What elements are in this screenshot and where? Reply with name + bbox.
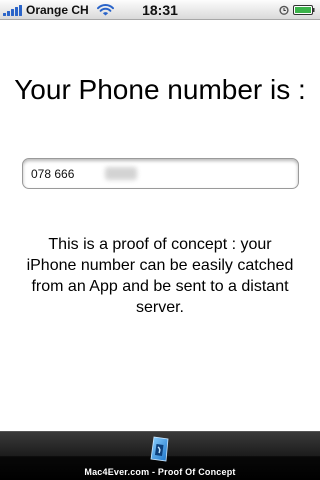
footer-label: Mac4Ever.com - Proof Of Concept bbox=[84, 467, 236, 477]
phone-number-field[interactable]: 078 666 bbox=[22, 158, 299, 189]
redacted-digits bbox=[105, 167, 137, 180]
status-time: 18:31 bbox=[142, 2, 178, 18]
description-text: This is a proof of concept : your iPhone… bbox=[26, 236, 294, 316]
mac4ever-logo-icon[interactable] bbox=[145, 434, 175, 464]
bottom-bar: Mac4Ever.com - Proof Of Concept bbox=[0, 431, 320, 480]
page-title: Your Phone number is : bbox=[14, 74, 306, 105]
battery-icon bbox=[293, 5, 315, 15]
alarm-icon bbox=[279, 5, 289, 15]
phone-number-value: 078 666 bbox=[31, 167, 75, 181]
status-bar: Orange CH 18:31 bbox=[0, 0, 320, 20]
